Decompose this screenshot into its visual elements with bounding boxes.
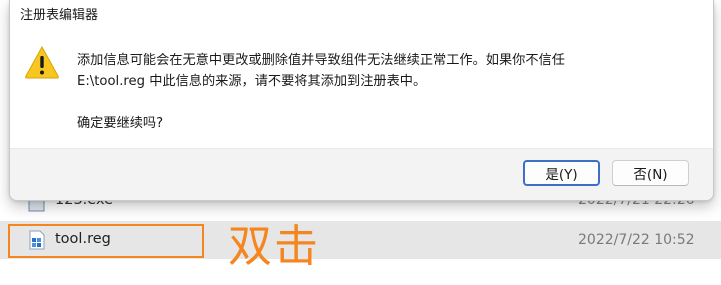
dialog-footer: 是(Y) 否(N) (10, 148, 713, 200)
highlight-box (8, 224, 204, 258)
dialog-message: 添加信息可能会在无意中更改或删除值并导致组件无法继续正常工作。如果你不信任 E:… (77, 50, 697, 134)
file-date: 2022/7/22 10:52 (578, 232, 695, 248)
message-line: 添加信息可能会在无意中更改或删除值并导致组件无法继续正常工作。如果你不信任 (77, 53, 565, 68)
title-bar[interactable]: 注册表编辑器 (10, 0, 713, 27)
annotation-text: 双击 (228, 221, 320, 272)
confirm-question: 确定要继续吗? (77, 116, 164, 131)
no-button[interactable]: 否(N) (612, 160, 689, 186)
registry-editor-dialog: 注册表编辑器 添加信息可能会在无意中更改或删除值并导致组件无法继续正常工作。如果… (9, 0, 714, 201)
message-line: E:\tool.reg 中此信息的来源，请不要将其添加到注册表中。 (77, 74, 427, 89)
warning-icon (24, 45, 60, 79)
yes-button[interactable]: 是(Y) (523, 160, 600, 186)
dialog-title: 注册表编辑器 (20, 8, 99, 23)
